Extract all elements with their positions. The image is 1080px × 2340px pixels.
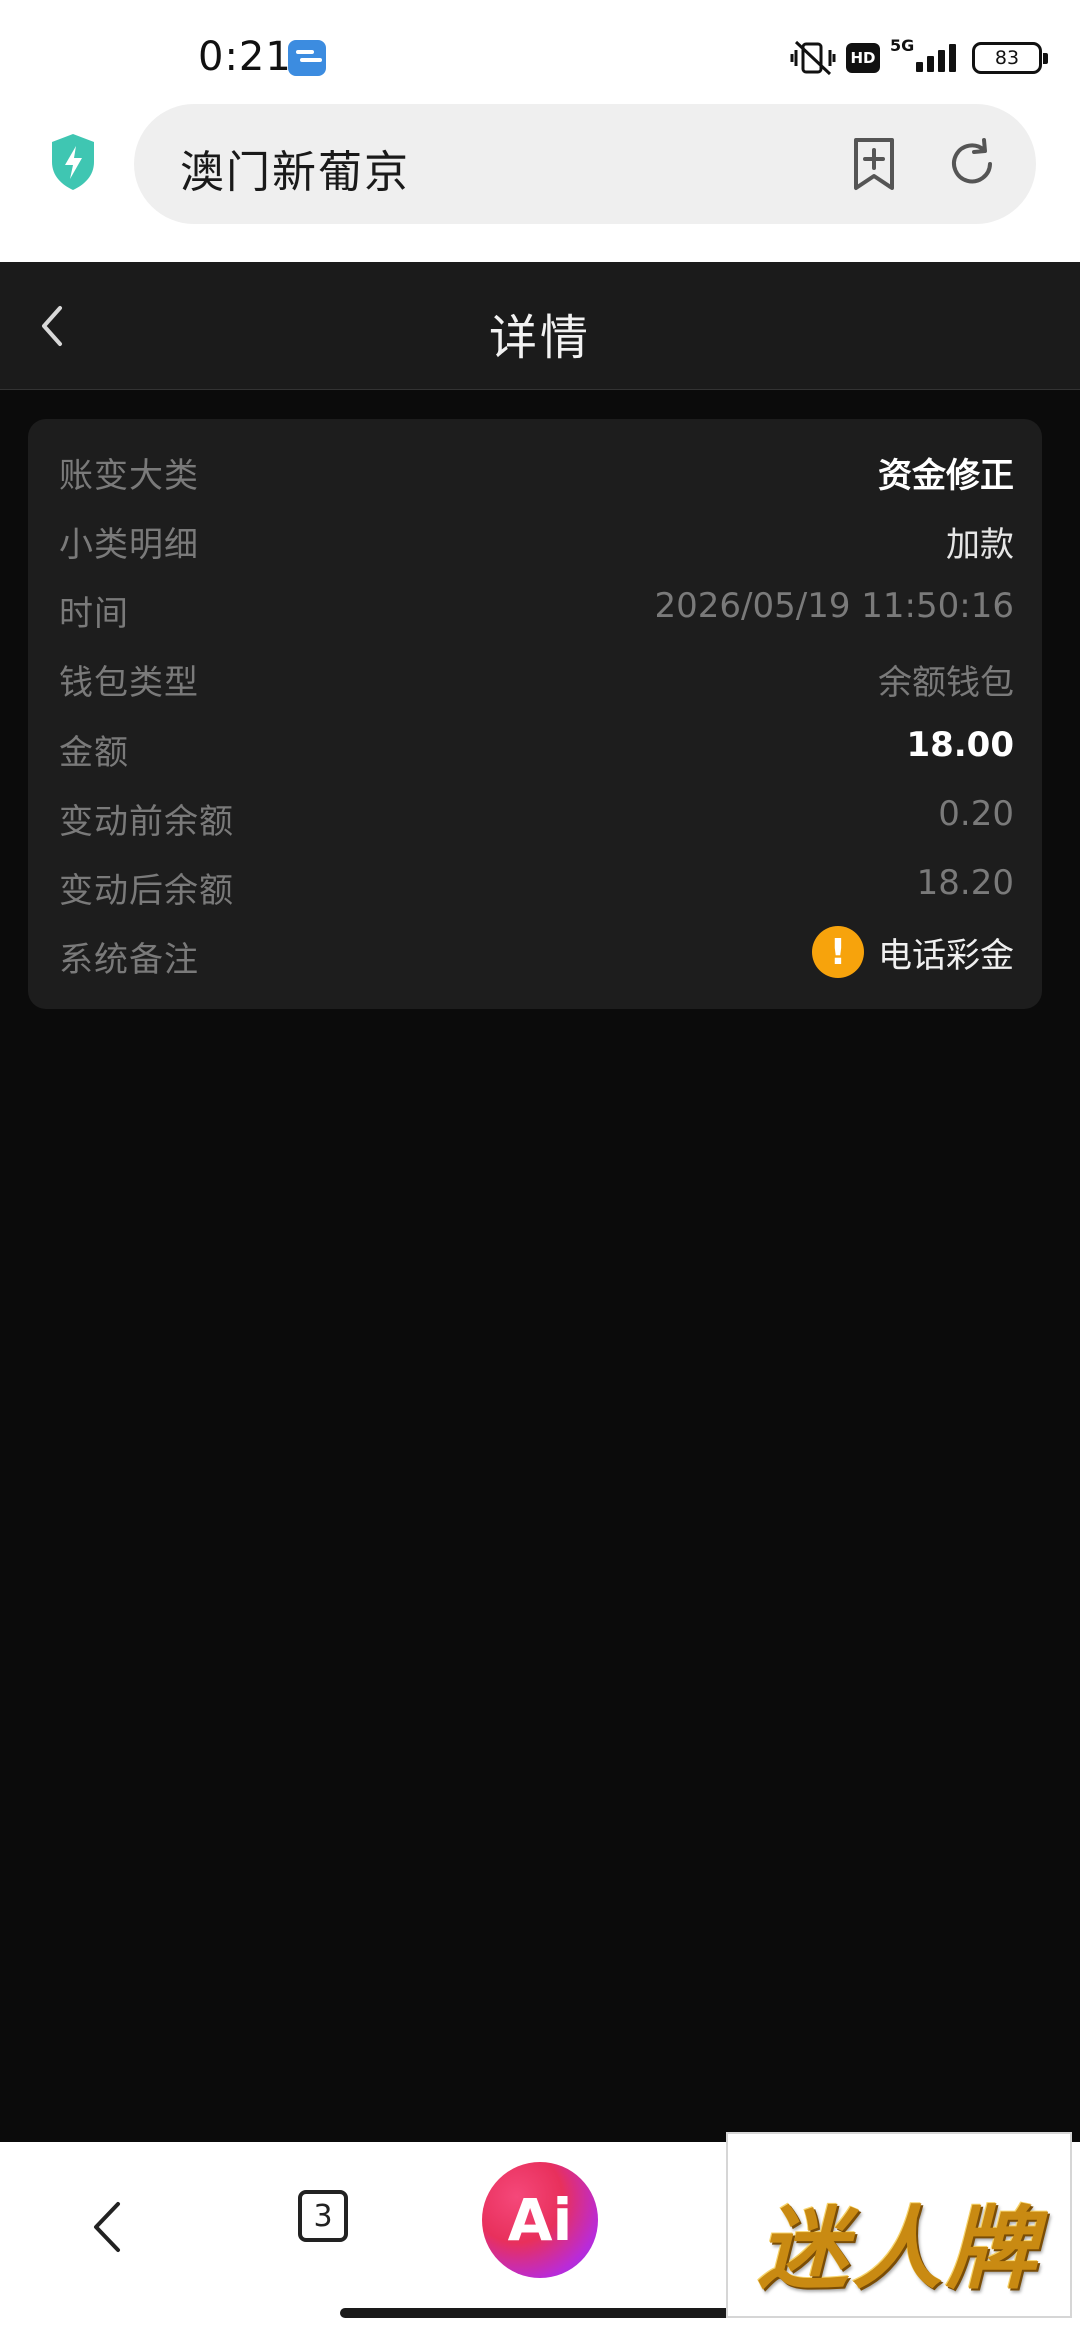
row-value: 18.00 — [906, 725, 1014, 765]
row-label: 变动前余额 — [59, 802, 234, 842]
detail-row-system-note: 系统备注 ! 电话彩金 — [28, 922, 1042, 982]
row-value: 资金修正 — [878, 456, 1014, 496]
reload-icon[interactable] — [944, 136, 1000, 192]
row-value: 电话彩金 — [878, 935, 1014, 976]
battery-icon: 83 — [972, 42, 1048, 74]
nav-back-icon[interactable] — [84, 2192, 128, 2262]
row-value: 0.20 — [938, 794, 1014, 834]
app-notification-icon — [288, 40, 326, 76]
url-text[interactable]: 澳门新葡京 — [180, 136, 410, 200]
row-label: 时间 — [59, 594, 129, 634]
tabs-button[interactable]: 3 — [298, 2190, 348, 2242]
detail-row-category: 账变大类 资金修正 — [28, 438, 1042, 498]
row-label: 金额 — [59, 733, 129, 773]
warning-icon[interactable]: ! — [812, 926, 864, 978]
row-label: 钱包类型 — [59, 663, 199, 703]
row-label: 系统备注 — [59, 940, 199, 980]
brand-text: 迷人牌 — [758, 2197, 1040, 2302]
note-value: ! 电话彩金 — [812, 922, 1014, 982]
row-label: 账变大类 — [59, 456, 199, 496]
row-label: 小类明细 — [59, 525, 199, 565]
status-bar: 0:21 HD 5G 83 — [0, 0, 1080, 100]
battery-level: 83 — [994, 47, 1020, 69]
page-header: 详情 — [0, 262, 1080, 390]
browser-toolbar: 澳门新葡京 — [0, 100, 1080, 262]
address-bar[interactable]: 澳门新葡京 — [134, 104, 1036, 224]
screen: 0:21 HD 5G 83 澳门新葡京 详情 账变大类 资金修正 小类明细 加款… — [0, 0, 1080, 2340]
row-label: 变动后余额 — [59, 871, 234, 911]
detail-row-subcategory: 小类明细 加款 — [28, 507, 1042, 567]
row-value: 18.20 — [916, 863, 1014, 903]
detail-row-wallet-type: 钱包类型 余额钱包 — [28, 645, 1042, 705]
page-title: 详情 — [488, 310, 591, 366]
brand-watermark: 迷人牌 — [726, 2132, 1072, 2318]
signal-5g-icon: 5G — [890, 36, 962, 78]
row-value: 加款 — [946, 525, 1014, 565]
detail-row-balance-after: 变动后余额 18.20 — [28, 853, 1042, 913]
row-value: 余额钱包 — [878, 663, 1014, 703]
row-value: 2026/05/19 11:50:16 — [654, 586, 1014, 626]
vibrate-mute-icon — [790, 40, 836, 76]
ai-assistant-button[interactable]: Ai — [482, 2162, 598, 2278]
detail-row-balance-before: 变动前余额 0.20 — [28, 784, 1042, 844]
bookmark-add-icon[interactable] — [848, 136, 900, 192]
hd-badge: HD — [846, 43, 880, 73]
network-label: 5G — [890, 36, 915, 55]
gesture-bar[interactable] — [340, 2308, 740, 2318]
detail-card: 账变大类 资金修正 小类明细 加款 时间 2026/05/19 11:50:16… — [28, 419, 1042, 1009]
detail-row-time: 时间 2026/05/19 11:50:16 — [28, 576, 1042, 636]
detail-row-amount: 金额 18.00 — [28, 715, 1042, 775]
status-indicators: HD 5G 83 — [790, 36, 1048, 78]
status-time: 0:21 — [198, 34, 292, 80]
shield-bolt-icon[interactable] — [48, 132, 98, 192]
